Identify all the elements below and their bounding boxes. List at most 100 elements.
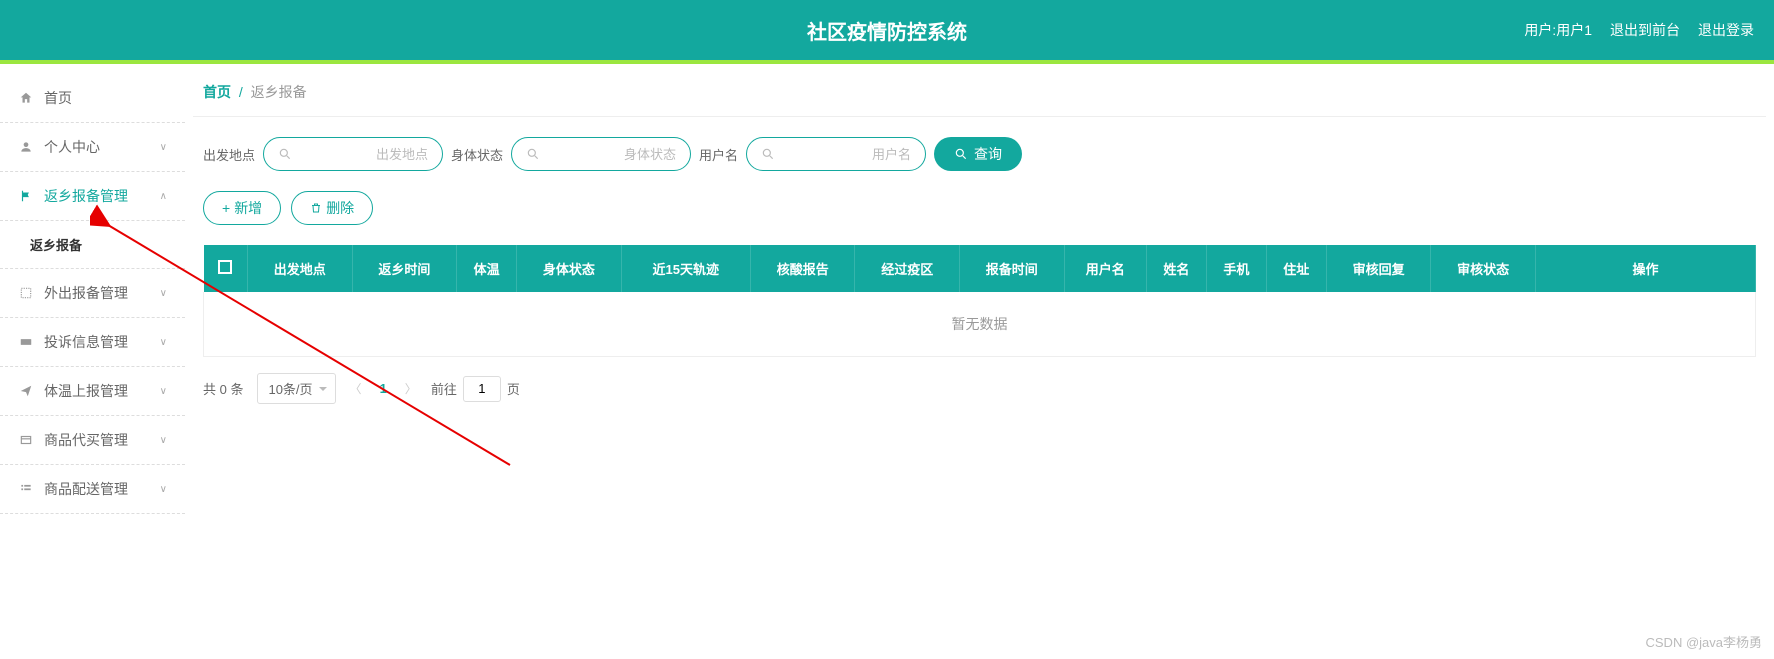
sidebar-item-label: 外出报备管理 [44,283,160,303]
main-content: 首页 / 返乡报备 出发地点 身体状态 用户名 查询 [185,64,1774,514]
search-label-location: 出发地点 [203,145,255,164]
breadcrumb: 首页 / 返乡报备 [193,64,1766,116]
send-icon [18,383,34,399]
ticket-icon [18,334,34,350]
table-wrap: 出发地点 返乡时间 体温 身体状态 近15天轨迹 核酸报告 经过疫区 报备时间 … [193,245,1766,357]
sidebar-item-label: 个人中心 [44,137,160,157]
delete-button-label: 删除 [326,198,354,218]
page-size-select[interactable]: 10条/页 [257,373,335,404]
cart-icon [18,432,34,448]
pagination: 共 0 条 10条/页 〈 1 〉 前往 页 [193,357,1766,420]
search-icon [954,147,968,161]
delete-button[interactable]: 删除 [291,191,373,225]
flag-icon [18,188,34,204]
action-row: + 新增 删除 [193,191,1766,225]
prev-page-button[interactable]: 〈 [350,380,362,397]
select-all-header[interactable] [204,245,248,292]
table-col: 审核状态 [1431,245,1536,292]
search-label-health: 身体状态 [451,145,503,164]
chevron-down-icon: ∨ [160,288,167,299]
to-front-link[interactable]: 退出到前台 [1610,20,1680,40]
search-input-wrap-health[interactable] [511,137,691,171]
table-col: 身体状态 [517,245,622,292]
sidebar-item-label: 商品配送管理 [44,479,160,499]
checkbox-icon[interactable] [218,260,232,274]
page-number[interactable]: 1 [380,381,387,396]
table-col: 返乡时间 [352,245,457,292]
sidebar: 首页 个人中心 ∨ 返乡报备管理 ∧ 返乡报备 外出报备管理 ∨ 投诉信息管理 … [0,64,185,514]
logout-link[interactable]: 退出登录 [1698,20,1754,40]
chevron-down-icon: ∨ [160,435,167,446]
search-input-location[interactable] [292,147,428,162]
table-header: 出发地点 返乡时间 体温 身体状态 近15天轨迹 核酸报告 经过疫区 报备时间 … [204,245,1756,292]
app-title: 社区疫情防控系统 [807,16,967,45]
search-input-username[interactable] [775,147,911,162]
sidebar-item-temperature[interactable]: 体温上报管理 ∨ [0,367,185,416]
next-page-button[interactable]: 〉 [405,380,417,397]
empty-text: 暂无数据 [204,292,1756,357]
search-button-label: 查询 [974,144,1002,164]
sidebar-item-label: 商品代买管理 [44,430,160,450]
sidebar-subitem-return-report[interactable]: 返乡报备 [0,221,185,269]
search-button[interactable]: 查询 [934,137,1022,171]
table-col: 经过疫区 [855,245,960,292]
table-col-actions: 操作 [1536,245,1756,292]
goto-prefix: 前往 [431,379,457,398]
page-nav: 〈 1 〉 [350,380,417,397]
sidebar-item-label: 投诉信息管理 [44,332,160,352]
table-col: 体温 [457,245,517,292]
user-label[interactable]: 用户:用户1 [1524,20,1592,40]
list-icon [18,481,34,497]
breadcrumb-home[interactable]: 首页 [203,84,231,100]
table-col: 核酸报告 [750,245,855,292]
goto-input[interactable] [463,376,501,402]
sidebar-item-label: 首页 [44,88,167,108]
search-icon [278,147,292,161]
search-row: 出发地点 身体状态 用户名 查询 [193,137,1766,171]
search-input-wrap-username[interactable] [746,137,926,171]
header: 社区疫情防控系统 用户:用户1 退出到前台 退出登录 [0,0,1774,60]
chevron-down-icon: ∨ [160,142,167,153]
table-col: 用户名 [1064,245,1146,292]
add-button-label: 新增 [234,198,262,218]
chevron-up-icon: ∧ [160,191,167,202]
sidebar-item-outgoing-report[interactable]: 外出报备管理 ∨ [0,269,185,318]
page-goto: 前往 页 [431,376,520,402]
sidebar-item-delivery[interactable]: 商品配送管理 ∨ [0,465,185,514]
table-col: 报备时间 [960,245,1065,292]
goto-suffix: 页 [507,379,520,398]
plus-icon: + [222,200,230,216]
sidebar-item-complaint[interactable]: 投诉信息管理 ∨ [0,318,185,367]
sidebar-item-return-report[interactable]: 返乡报备管理 ∧ [0,172,185,221]
sidebar-item-purchase[interactable]: 商品代买管理 ∨ [0,416,185,465]
breadcrumb-current: 返乡报备 [251,84,307,100]
search-label-username: 用户名 [699,145,738,164]
add-button[interactable]: + 新增 [203,191,281,225]
sidebar-item-label: 体温上报管理 [44,381,160,401]
trash-icon [310,202,322,214]
chevron-down-icon: ∨ [160,386,167,397]
search-input-wrap-location[interactable] [263,137,443,171]
expand-icon [18,285,34,301]
table-col: 住址 [1266,245,1326,292]
total-count: 共 0 条 [203,379,243,398]
empty-row: 暂无数据 [204,292,1756,357]
table-col: 手机 [1206,245,1266,292]
home-icon [18,90,34,106]
table-col: 审核回复 [1326,245,1431,292]
chevron-down-icon: ∨ [160,484,167,495]
watermark: CSDN @java李杨勇 [1646,632,1763,651]
search-icon [761,147,775,161]
table-col: 近15天轨迹 [621,245,750,292]
chevron-down-icon: ∨ [160,337,167,348]
sidebar-item-home[interactable]: 首页 [0,74,185,123]
user-icon [18,139,34,155]
sidebar-item-profile[interactable]: 个人中心 ∨ [0,123,185,172]
search-icon [526,147,540,161]
header-right: 用户:用户1 退出到前台 退出登录 [1524,20,1754,40]
sidebar-item-label: 返乡报备管理 [44,186,160,206]
data-table: 出发地点 返乡时间 体温 身体状态 近15天轨迹 核酸报告 经过疫区 报备时间 … [203,245,1756,357]
search-input-health[interactable] [540,147,676,162]
divider [193,116,1766,117]
table-col: 姓名 [1146,245,1206,292]
